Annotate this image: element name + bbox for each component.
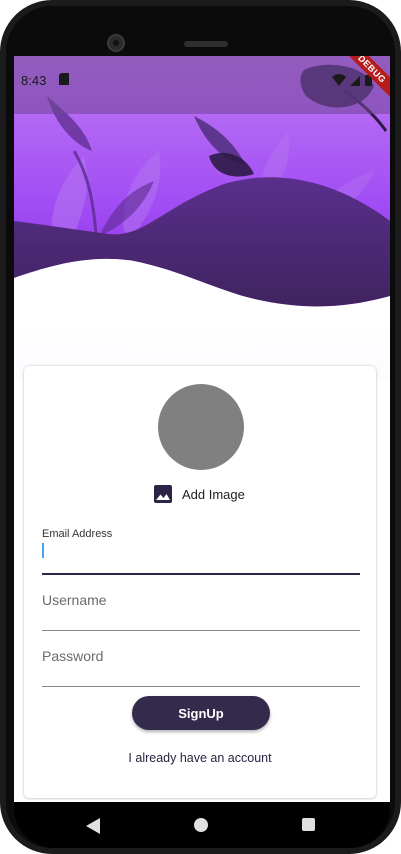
username-field[interactable]: Username — [42, 592, 360, 631]
email-field[interactable]: Email Address — [42, 528, 360, 575]
add-image-label: Add Image — [182, 486, 245, 502]
recent-square-icon[interactable] — [302, 818, 315, 831]
back-triangle-icon[interactable] — [86, 818, 100, 834]
image-icon — [154, 485, 172, 503]
system-nav-bar — [14, 802, 390, 848]
sd-card-icon — [59, 73, 69, 85]
username-placeholder: Username — [42, 592, 107, 608]
signup-card: Add Image Email Address Username Passwor… — [24, 366, 376, 798]
text-cursor — [42, 543, 44, 558]
email-underline — [42, 573, 360, 575]
front-camera — [107, 34, 125, 52]
home-circle-icon[interactable] — [194, 818, 208, 832]
avatar[interactable] — [158, 384, 244, 470]
password-underline — [42, 686, 360, 687]
login-link[interactable]: I already have an account — [24, 751, 376, 765]
status-time: 8:43 — [21, 73, 47, 88]
status-bar: 8:43 — [14, 56, 390, 114]
signup-button[interactable]: SignUp — [132, 696, 270, 730]
username-underline — [42, 630, 360, 631]
signal-icon — [350, 76, 360, 86]
email-label: Email Address — [42, 528, 113, 540]
add-image-button[interactable]: Add Image — [154, 483, 245, 505]
password-field[interactable]: Password — [42, 648, 360, 687]
wifi-icon — [332, 74, 346, 86]
app-screen: 8:43 DEBUG Add Image Email Address Usern… — [14, 56, 390, 802]
earpiece-speaker — [184, 41, 228, 47]
password-placeholder: Password — [42, 648, 104, 664]
